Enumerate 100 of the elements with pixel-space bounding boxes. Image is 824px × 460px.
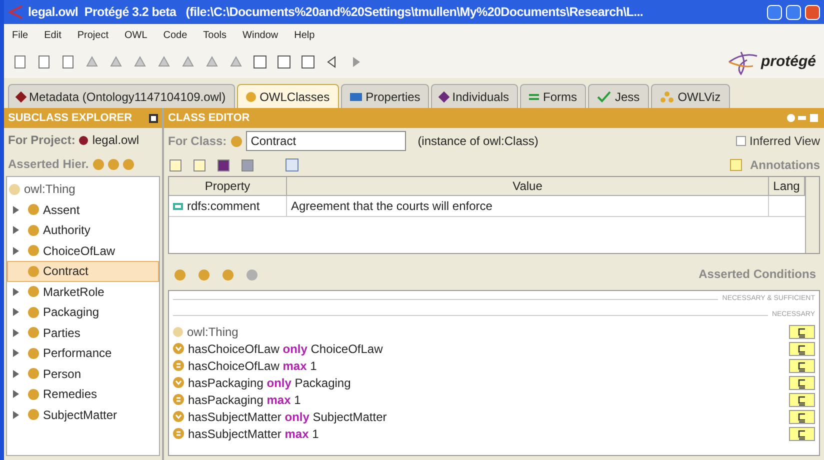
condition-text[interactable]: owl:Thing	[187, 322, 238, 340]
panel-title: SUBCLASS EXPLORER	[8, 110, 134, 126]
inferred-view-checkbox[interactable]	[736, 136, 746, 146]
expand-icon[interactable]	[12, 410, 20, 419]
close-button[interactable]	[805, 4, 820, 20]
menu-item[interactable]: OWL	[124, 28, 148, 42]
tree-item[interactable]: owl:Thing	[7, 179, 159, 200]
subclass-icon[interactable]	[789, 426, 815, 440]
subclass-icon[interactable]	[789, 376, 815, 390]
tab[interactable]: OWLClasses	[236, 84, 339, 108]
class-icon	[173, 326, 183, 336]
restriction-icon	[173, 411, 184, 422]
project-name: legal.owl	[92, 132, 140, 149]
condition-text[interactable]: hasChoiceOfLaw max 1	[188, 356, 317, 374]
class-icon	[28, 204, 39, 216]
class-icon	[28, 368, 39, 380]
tree-item[interactable]: ChoiceOfLaw	[7, 240, 159, 261]
tab[interactable]: Forms	[520, 84, 586, 108]
class-icon	[28, 266, 39, 277]
tree-item[interactable]: Parties	[7, 322, 159, 343]
column-header[interactable]: Value	[287, 177, 769, 195]
conditions-label: Asserted Conditions	[698, 266, 816, 283]
menu-item[interactable]: File	[12, 28, 28, 42]
nodes-icon	[660, 90, 674, 102]
menu-item[interactable]: Tools	[203, 28, 227, 42]
menu-item[interactable]: Code	[163, 28, 188, 42]
maximize-button[interactable]	[786, 4, 801, 20]
expand-icon[interactable]	[12, 246, 20, 255]
instance-of-text: (instance of owl:Class)	[418, 133, 538, 150]
class-label: For Class:	[168, 133, 227, 150]
expand-icon[interactable]	[12, 288, 20, 296]
expand-icon[interactable]	[12, 308, 20, 316]
expand-icon[interactable]	[12, 206, 20, 214]
subclass-icon[interactable]	[789, 358, 815, 372]
equals-icon	[529, 92, 539, 100]
menu-item[interactable]: Edit	[44, 28, 62, 42]
subclass-icon[interactable]	[789, 392, 815, 406]
tab[interactable]: Jess	[588, 84, 649, 108]
checkmark-icon	[597, 90, 611, 102]
menu-item[interactable]: Help	[294, 28, 315, 42]
class-icon	[28, 388, 39, 400]
window-icon[interactable]	[149, 114, 158, 122]
restriction-icon	[173, 377, 184, 388]
condition-text[interactable]: hasSubjectMatter only SubjectMatter	[188, 408, 387, 426]
class-icon	[28, 306, 39, 318]
condition-text[interactable]: hasChoiceOfLaw only ChoiceOfLaw	[188, 340, 383, 358]
tree-item[interactable]: Person	[7, 364, 159, 384]
tree-item[interactable]: Performance	[7, 343, 159, 364]
condition-text[interactable]: hasSubjectMatter max 1	[188, 424, 319, 442]
minimize-button[interactable]	[767, 4, 782, 20]
menu-item[interactable]: Project	[77, 28, 108, 42]
class-icon	[28, 327, 39, 338]
tree-item[interactable]: Remedies	[7, 384, 159, 404]
expand-icon[interactable]	[12, 328, 20, 337]
expand-icon[interactable]	[12, 349, 20, 358]
tab[interactable]: Properties	[340, 84, 430, 108]
rectangle-icon	[350, 92, 362, 100]
tab[interactable]: Individuals	[431, 84, 518, 108]
hierarchy-label: Asserted Hier.	[8, 156, 89, 173]
logo-text: protégé	[760, 52, 816, 72]
tree-item[interactable]: MarketRole	[7, 282, 159, 302]
annotation-property-icon	[173, 202, 183, 210]
table-cell: Agreement that the courts will enforce	[287, 196, 769, 216]
class-icon	[28, 245, 39, 256]
class-icon	[28, 224, 39, 236]
restriction-icon	[173, 343, 184, 354]
tree-item[interactable]: Contract	[7, 261, 159, 282]
class-icon	[28, 409, 39, 420]
tree-item[interactable]: SubjectMatter	[7, 404, 159, 425]
class-name-field[interactable]: Contract	[246, 131, 406, 151]
project-label: For Project:	[8, 132, 76, 149]
class-icon	[28, 348, 39, 359]
class-icon	[230, 136, 242, 146]
annotations-label: Annotations	[750, 157, 820, 174]
tab[interactable]: OWLViz	[650, 84, 730, 108]
subclass-icon[interactable]	[789, 410, 815, 424]
column-header[interactable]: Property	[169, 177, 287, 195]
tab[interactable]: Metadata (Ontology1147104109.owl)	[8, 84, 235, 108]
menu-item[interactable]: Window	[242, 28, 278, 42]
restriction-icon	[173, 394, 184, 405]
subclass-icon[interactable]	[789, 324, 815, 338]
subclass-icon[interactable]	[789, 342, 815, 356]
inferred-view-label: Inferred View	[750, 133, 820, 150]
tree-item[interactable]: Assent	[7, 200, 159, 220]
expand-icon[interactable]	[12, 370, 20, 378]
app-icon	[8, 4, 24, 20]
tree-item[interactable]: Authority	[7, 220, 159, 240]
project-icon	[79, 136, 88, 144]
expand-icon[interactable]	[12, 226, 20, 234]
condition-text[interactable]: hasPackaging only Packaging	[188, 374, 351, 392]
restriction-icon	[173, 428, 184, 439]
table-cell: rdfs:comment	[169, 196, 287, 216]
condition-text[interactable]: hasPackaging max 1	[188, 390, 301, 408]
expand-icon[interactable]	[12, 390, 20, 398]
window-title: legal.owl Protégé 3.2 beta (file:\C:\Documents%20and%20Settings\tmullen\My%20Documents\Research\L...	[28, 4, 644, 21]
restriction-icon	[173, 360, 184, 371]
tree-item[interactable]: Packaging	[7, 302, 159, 322]
scrollbar[interactable]	[805, 177, 819, 253]
class-icon	[9, 184, 20, 195]
panel-title: CLASS EDITOR	[168, 110, 251, 126]
